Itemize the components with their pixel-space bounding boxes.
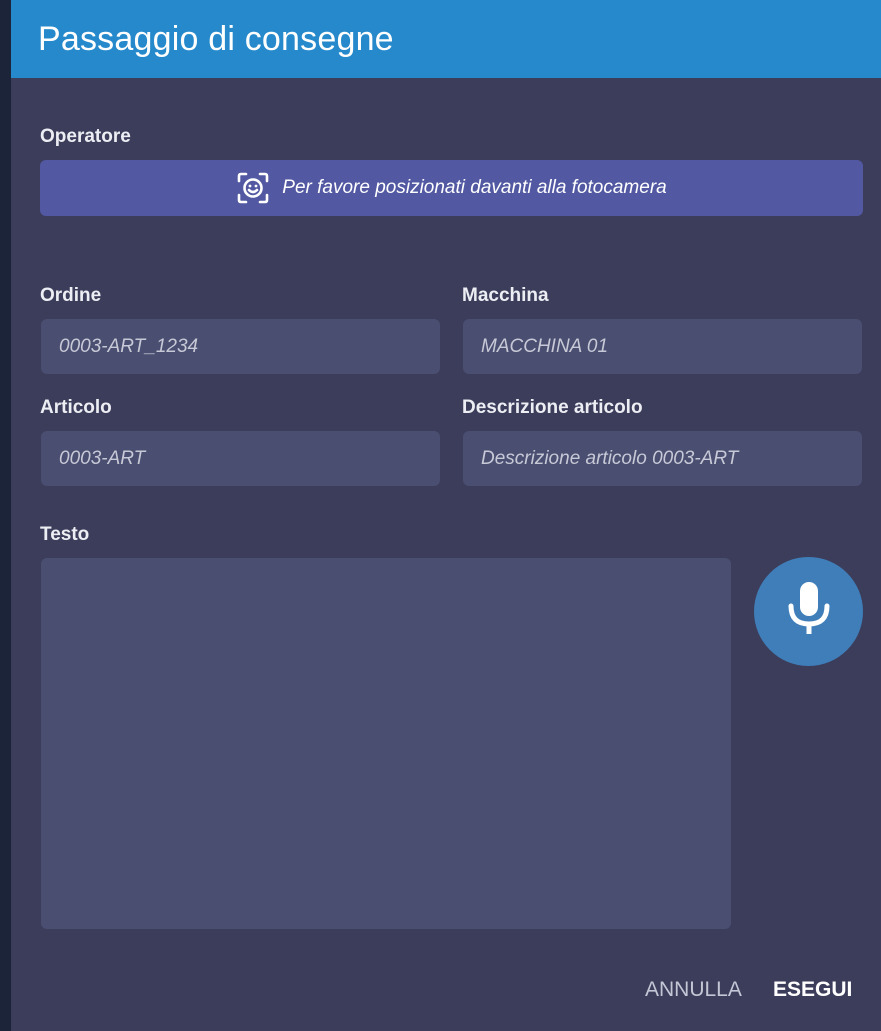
order-field[interactable]: 0003-ART_1234 xyxy=(41,319,440,374)
machine-field[interactable]: MACCHINA 01 xyxy=(463,319,862,374)
text-label: Testo xyxy=(40,524,90,545)
article-field[interactable]: 0003-ART xyxy=(41,431,440,486)
dialog-header: Passaggio di consegne xyxy=(11,0,881,78)
cancel-button[interactable]: ANNULLA xyxy=(645,978,742,1002)
execute-button[interactable]: ESEGUI xyxy=(773,978,852,1002)
order-value: 0003-ART_1234 xyxy=(59,335,199,357)
machine-value: MACCHINA 01 xyxy=(481,335,609,357)
operator-label: Operatore xyxy=(40,126,131,147)
dialog-title: Passaggio di consegne xyxy=(38,20,394,58)
description-value: Descrizione articolo 0003-ART xyxy=(481,447,739,469)
face-scan-icon xyxy=(236,171,270,205)
microphone-button[interactable] xyxy=(754,557,863,666)
face-recognition-button[interactable]: Per favore posizionati davanti alla foto… xyxy=(40,160,863,216)
microphone-icon xyxy=(784,580,834,643)
article-label: Articolo xyxy=(40,397,112,418)
handover-dialog: Passaggio di consegne Operatore Per favo… xyxy=(11,0,881,1031)
camera-prompt-text: Per favore posizionati davanti alla foto… xyxy=(282,177,667,198)
article-value: 0003-ART xyxy=(59,447,146,469)
text-area[interactable] xyxy=(41,558,731,929)
description-field[interactable]: Descrizione articolo 0003-ART xyxy=(463,431,862,486)
description-label: Descrizione articolo xyxy=(462,397,643,418)
machine-label: Macchina xyxy=(462,285,549,306)
order-label: Ordine xyxy=(40,285,102,306)
